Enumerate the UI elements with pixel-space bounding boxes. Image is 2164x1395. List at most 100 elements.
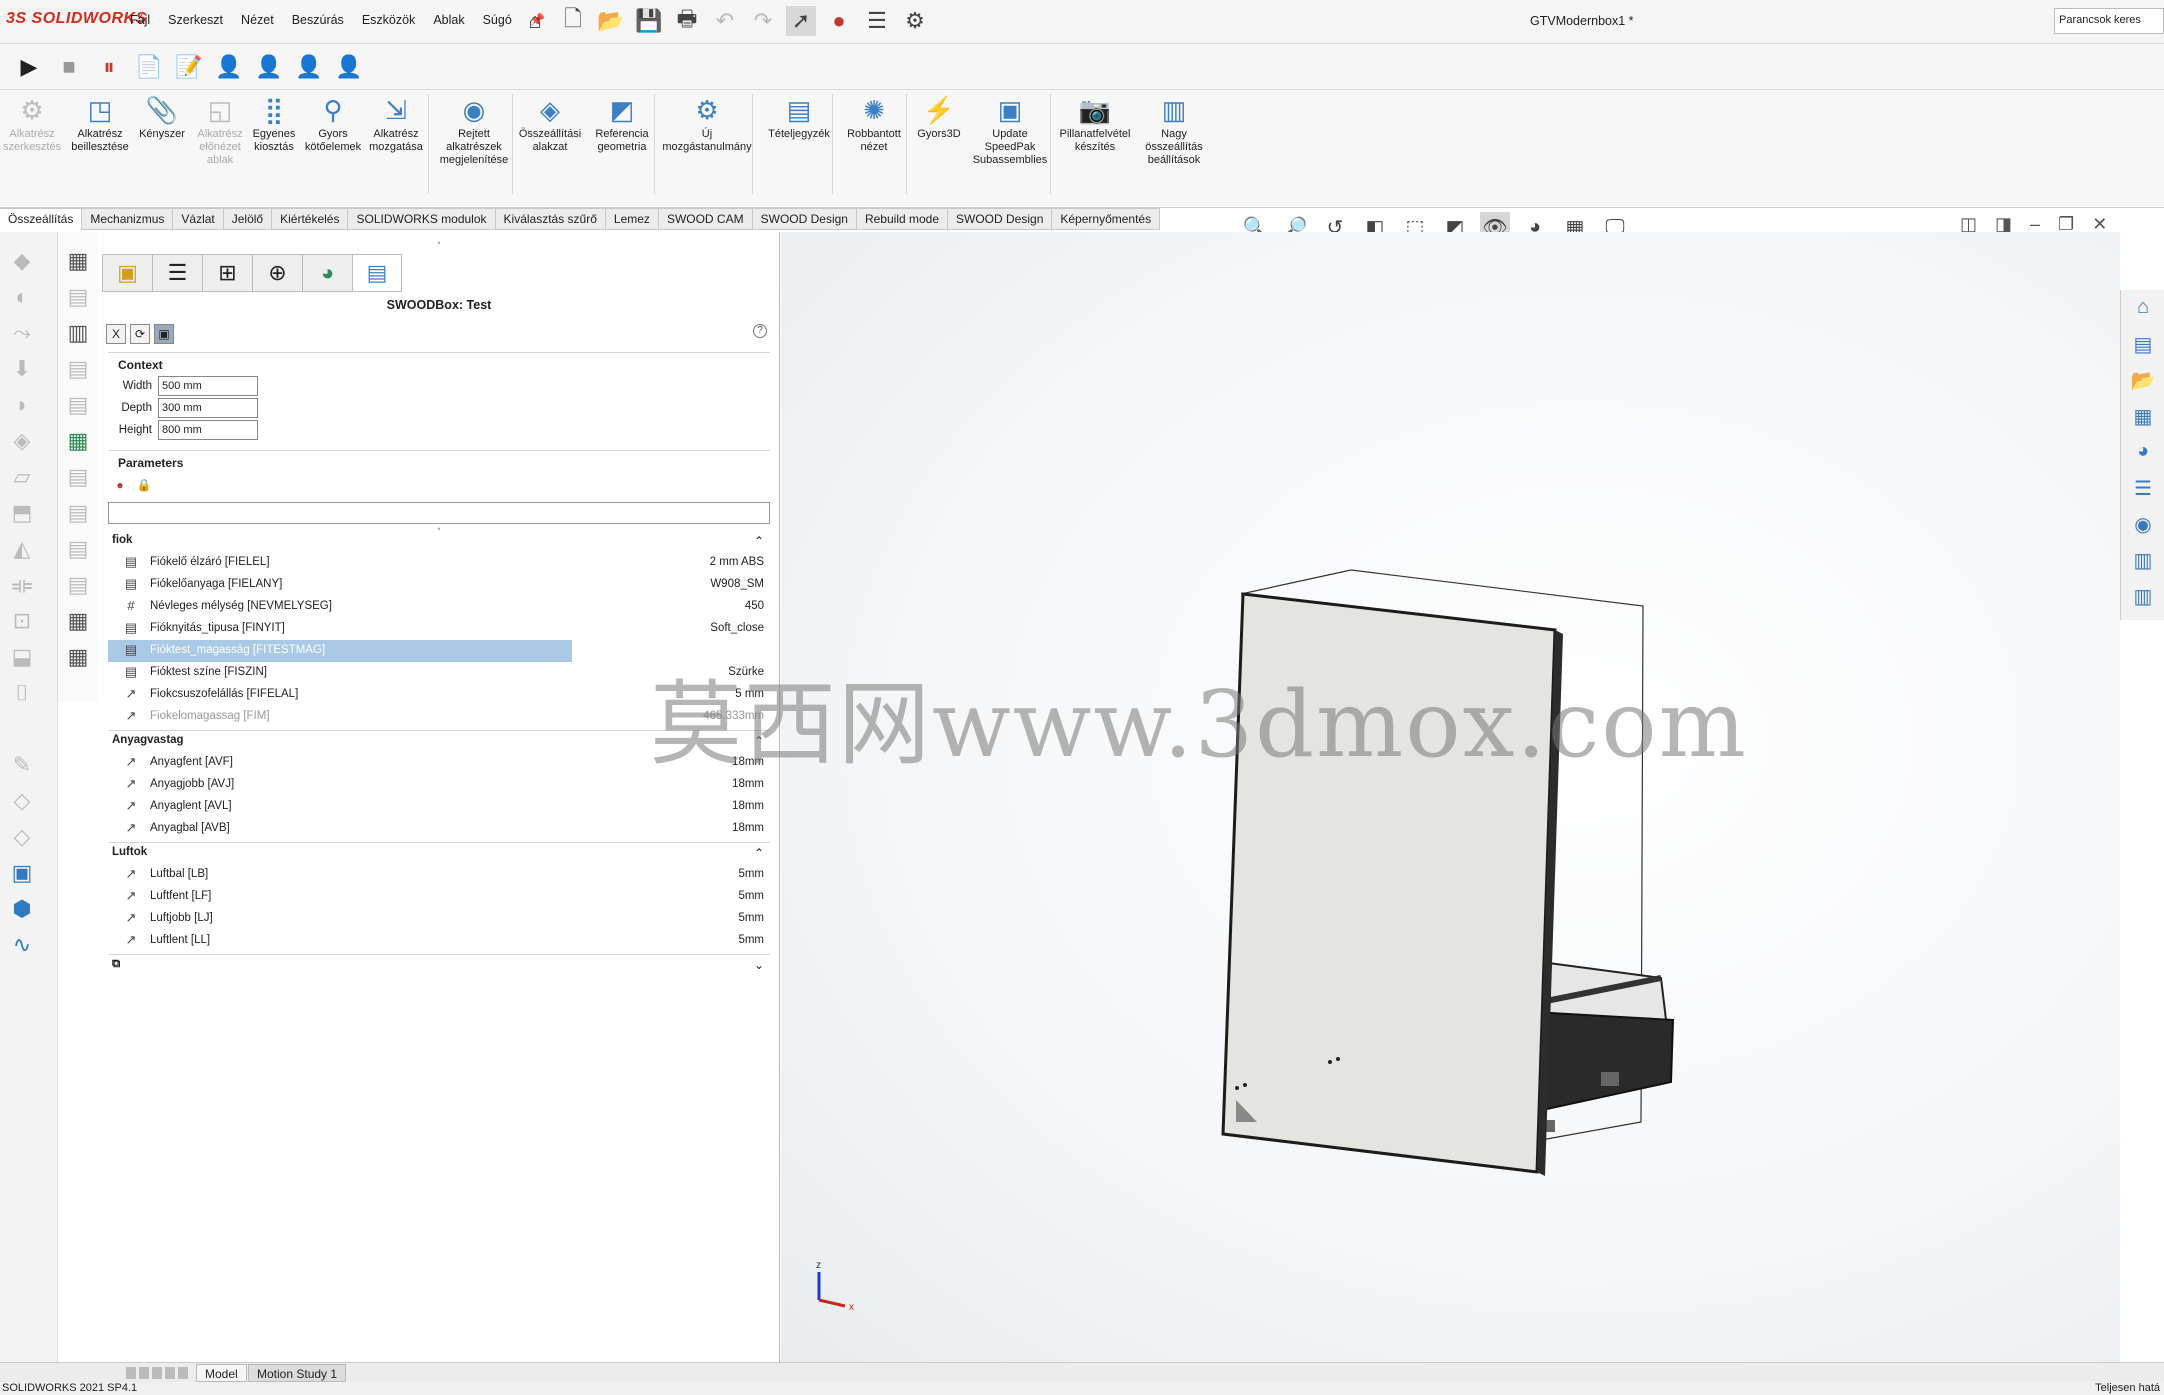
add-group-icon[interactable]: ⧉ <box>112 958 120 970</box>
width-input[interactable]: 500 mm <box>158 376 258 396</box>
cmd-exploded-view-button[interactable]: ✺ Robbantott nézet <box>838 94 910 154</box>
design-library-icon[interactable]: ▤ <box>2128 332 2158 362</box>
custom-properties-icon[interactable]: ☰ <box>2128 476 2158 506</box>
cmd-new-motion-study-button[interactable]: ⚙ Új mozgástanulmány <box>660 94 754 154</box>
parameter-row[interactable]: ↗ Anyagbal [AVB] 18mm <box>108 818 770 840</box>
collapse-chevron-icon[interactable]: ⌃ <box>754 534 764 548</box>
user-macro-3-icon[interactable]: 👤 <box>294 52 324 82</box>
parameter-value[interactable]: Soft_close <box>710 622 764 634</box>
parameter-value[interactable]: 18mm <box>732 800 764 812</box>
tab-4[interactable]: Kiértékelés <box>272 208 349 230</box>
rebuild-traffic-light-icon[interactable]: ● <box>824 6 854 36</box>
cmd-show-hidden-button[interactable]: ◉ Rejtett alkatrészek megjelenítése <box>434 94 514 167</box>
parameter-value[interactable]: 5mm <box>738 868 764 880</box>
cmd-speedpak-button[interactable]: ▣ Update SpeedPak Subassemblies <box>968 94 1052 167</box>
cmd-move-component-button[interactable]: ⇲ Alkatrész mozgatása <box>364 94 428 154</box>
tab-11[interactable]: SWOOD Design <box>948 208 1053 230</box>
parameter-value[interactable]: 5mm <box>738 934 764 946</box>
run-macro-icon[interactable]: ▶ <box>14 52 44 82</box>
spline-icon[interactable]: ∿ <box>6 932 38 962</box>
parameter-row[interactable]: ↗ Luftlent [LL] 5mm <box>108 930 770 952</box>
table-settings-icon[interactable]: ▤ <box>62 284 94 314</box>
mirror-icon[interactable]: ⟚ <box>6 572 38 602</box>
user-macro-1-icon[interactable]: 👤 <box>214 52 244 82</box>
cad-library-icon[interactable]: ▥ <box>2128 584 2158 614</box>
menu-help[interactable]: Súgó <box>483 13 512 28</box>
tab-10[interactable]: Rebuild mode <box>856 208 949 230</box>
parameter-filter-input[interactable] <box>108 502 770 524</box>
menu-edit[interactable]: Szerkeszt <box>168 13 223 28</box>
file-properties-icon[interactable]: ☰ <box>862 6 892 36</box>
cmd-smart-fasteners-button[interactable]: ⚲ Gyors kötőelemek <box>304 94 362 154</box>
appearances-icon[interactable]: ◕ <box>2128 440 2158 470</box>
file-explorer-icon[interactable]: 📂 <box>2128 368 2158 398</box>
menu-tools[interactable]: Eszközök <box>362 13 416 28</box>
parameter-value[interactable]: 5mm <box>738 912 764 924</box>
tab-6[interactable]: Kiválasztás szűrő <box>495 208 606 230</box>
cut-icon[interactable]: ⬇ <box>6 356 38 386</box>
curves-icon[interactable]: ✎ <box>6 752 38 782</box>
sweep-icon[interactable]: ⤳ <box>6 320 38 350</box>
part-insert-icon[interactable]: ▣ <box>6 860 38 890</box>
collapse-chevron-icon[interactable]: ⌃ <box>754 846 764 860</box>
cmd-mate-button[interactable]: 📎 Kényszer <box>134 94 190 141</box>
undo-icon[interactable]: ↶ <box>710 6 740 36</box>
tab-8[interactable]: SWOOD CAM <box>658 208 753 230</box>
loft-icon[interactable]: ⌷ <box>6 680 38 710</box>
move-face-icon[interactable]: ⬢ <box>6 896 38 926</box>
tab-0[interactable]: Összeállítás <box>0 208 83 230</box>
cmd-instant3d-button[interactable]: ⚡ Gyors3D <box>912 94 966 141</box>
height-input[interactable]: 800 mm <box>158 420 258 440</box>
cmd-edit-component-button[interactable]: ⚙ Alkatrész szerkesztés <box>2 94 62 154</box>
parameter-row[interactable]: ▤ Fiókelő élzáró [FIELEL] 2 mm ABS <box>108 552 770 574</box>
boundary-icon[interactable]: ⬓ <box>6 644 38 674</box>
draft-icon[interactable]: ◭ <box>6 536 38 566</box>
parameter-row[interactable]: ↗ Luftjobb [LJ] 5mm <box>108 908 770 930</box>
cmd-linear-pattern-button[interactable]: ⣿ Egyenes kiosztás <box>246 94 302 154</box>
rib-icon[interactable]: ▱ <box>6 464 38 494</box>
parameter-value[interactable]: W908_SM <box>710 578 764 590</box>
parameter-row[interactable]: # Névleges mélység [NEVMELYSEG] 450 <box>108 596 770 618</box>
redo-icon[interactable]: ↷ <box>748 6 778 36</box>
panel-resize-handle-top[interactable]: • <box>98 238 780 248</box>
parameter-row[interactable]: ↗ Luftbal [LB] 5mm <box>108 864 770 886</box>
refresh-icon[interactable]: ⟳ <box>130 324 150 344</box>
parameter-row[interactable]: ↗ Luftfent [LF] 5mm <box>108 886 770 908</box>
feature-manager-tab-icon[interactable]: ▣ <box>102 254 152 292</box>
chamfer-icon[interactable]: ◈ <box>6 428 38 458</box>
print-icon[interactable]: 🖶 <box>672 6 702 36</box>
traffic-light-icon[interactable]: ● <box>110 476 130 496</box>
cmd-bom-button[interactable]: ▤ Tételjegyzék <box>758 94 840 141</box>
user-macro-4-icon[interactable]: 👤 <box>334 52 364 82</box>
select-cursor-icon[interactable]: ➚ <box>786 6 816 36</box>
cmd-reference-geometry-button[interactable]: ◩ Referencia geometria <box>586 94 658 154</box>
tab-12[interactable]: Képernyőmentés <box>1052 208 1161 230</box>
parameter-value[interactable]: 18mm <box>732 822 764 834</box>
expand-chevron-icon[interactable]: ⌄ <box>754 958 764 972</box>
tab-motion-study-1[interactable]: Motion Study 1 <box>248 1364 347 1382</box>
shell-icon[interactable]: ⬒ <box>6 500 38 530</box>
group-header-0[interactable]: fiok ⌃ <box>108 534 770 552</box>
image-preview-icon[interactable]: ▣ <box>154 324 174 344</box>
help-icon[interactable]: ? <box>753 324 767 338</box>
new-document-icon[interactable]: 🗋 <box>558 6 588 36</box>
tab-1[interactable]: Mechanizmus <box>82 208 174 230</box>
home-icon[interactable]: ⌂ <box>520 6 550 36</box>
parameter-row[interactable]: ↗ Anyaglent [AVL] 18mm <box>108 796 770 818</box>
cmd-assembly-feature-button[interactable]: ◈ Összeállítási alakzat <box>516 94 584 154</box>
view-palette-icon[interactable]: ▦ <box>2128 404 2158 434</box>
open-folder-icon[interactable]: 📂 <box>596 6 626 36</box>
swood-tab-icon[interactable]: ▤ <box>352 254 402 292</box>
cam-library-icon[interactable]: ▥ <box>2128 548 2158 578</box>
tab-model[interactable]: Model <box>196 1364 247 1382</box>
table-list-icon[interactable]: ▤ <box>62 500 94 530</box>
axis-icon[interactable]: ◇ <box>6 824 38 854</box>
parameter-value[interactable]: 5mm <box>738 890 764 902</box>
menu-file[interactable]: Fájl <box>130 13 150 28</box>
cmd-large-assembly-button[interactable]: ▥ Nagy összeállítás beállítások <box>1140 94 1208 167</box>
table-export-icon[interactable]: ▤ <box>62 536 94 566</box>
table-formula-icon[interactable]: ▦ <box>62 644 94 674</box>
table-search-icon[interactable]: ▤ <box>62 392 94 422</box>
save-icon[interactable]: 💾 <box>634 6 664 36</box>
cmd-preview-window-button[interactable]: ◱ Alkatrész előnézet ablak <box>194 94 246 167</box>
